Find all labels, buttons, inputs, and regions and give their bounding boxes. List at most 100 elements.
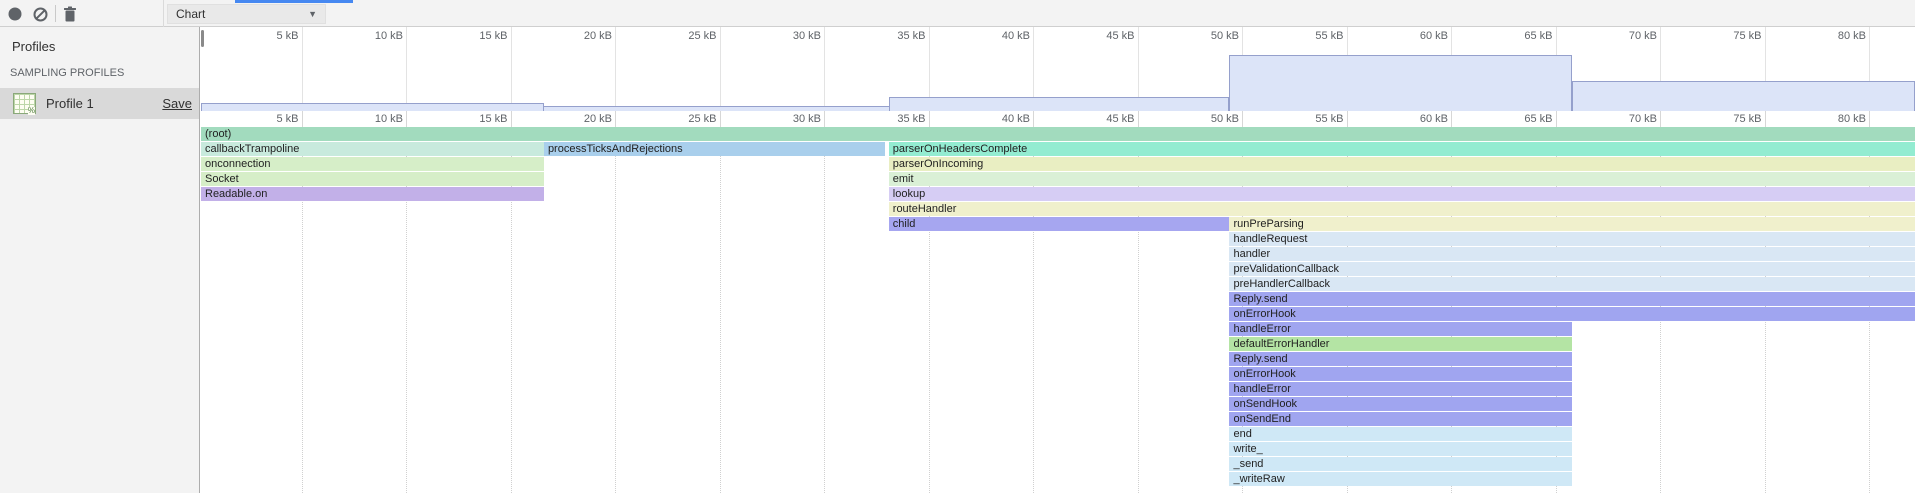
record-circle-icon: [8, 7, 22, 21]
overview-tick-label: 75 kB: [1692, 30, 1762, 42]
ruler-tick: [615, 111, 616, 127]
overview-gridline: [511, 27, 513, 110]
flame-bar[interactable]: Readable.on: [201, 187, 544, 201]
overview-gridline: [615, 27, 617, 110]
flame-gridline: [720, 127, 722, 493]
ruler-tick: [1242, 111, 1243, 127]
flame-bar[interactable]: _send: [1229, 457, 1572, 471]
active-tab-underline: [235, 0, 353, 3]
overview-tick-label: 15 kB: [438, 30, 508, 42]
flame-bar[interactable]: end: [1229, 427, 1572, 441]
overview-tick-label: 80 kB: [1796, 30, 1866, 42]
sidebar-item-profile-1[interactable]: % Profile 1 Save: [0, 88, 199, 119]
clear-button[interactable]: [30, 4, 50, 24]
overview-gridline: [824, 27, 826, 110]
flame-bar[interactable]: callbackTrampoline: [201, 142, 544, 156]
ruler-tick-label: 15 kB: [438, 113, 508, 125]
flame-bar[interactable]: onSendHook: [1229, 397, 1572, 411]
overview-tick-label: 35 kB: [856, 30, 926, 42]
ruler-tick: [1765, 111, 1766, 127]
flame-bar[interactable]: write_: [1229, 442, 1572, 456]
ruler-tick: [511, 111, 512, 127]
sidebar-title: Profiles: [12, 39, 55, 54]
flame-bar[interactable]: Reply.send: [1229, 292, 1915, 306]
ruler-tick: [824, 111, 825, 127]
overview-tick-label: 50 kB: [1169, 30, 1239, 42]
delete-profile-button[interactable]: [60, 4, 80, 24]
ruler-tick-label: 35 kB: [856, 113, 926, 125]
heap-profiler-panel: Chart ▼ Profiles SAMPLING PROFILES % Pro…: [0, 0, 1915, 493]
flame-bar[interactable]: onErrorHook: [1229, 367, 1572, 381]
flame-bar[interactable]: preHandlerCallback: [1229, 277, 1915, 291]
ruler-tick-label: 40 kB: [960, 113, 1030, 125]
ruler-tick: [1660, 111, 1661, 127]
flame-bar[interactable]: processTicksAndRejections: [544, 142, 885, 156]
ruler-tick: [406, 111, 407, 127]
flame-bar[interactable]: routeHandler: [889, 202, 1915, 216]
flame-bar[interactable]: handleError: [1229, 322, 1572, 336]
memory-overview-pane[interactable]: 5 kB10 kB15 kB20 kB25 kB30 kB35 kB40 kB4…: [201, 27, 1915, 111]
toolbar-panel-divider: [163, 0, 164, 27]
ruler-tick-label: 10 kB: [333, 113, 403, 125]
overview-tick-label: 5 kB: [229, 30, 299, 42]
overview-tick-label: 10 kB: [333, 30, 403, 42]
toolbar-separator: [55, 5, 56, 22]
ruler-tick-label: 25 kB: [647, 113, 717, 125]
overview-gridline: [406, 27, 408, 110]
flame-bar[interactable]: defaultErrorHandler: [1229, 337, 1572, 351]
ruler-tick: [302, 111, 303, 127]
ruler-tick: [1556, 111, 1557, 127]
trash-icon: [63, 6, 77, 22]
chart-view-select[interactable]: Chart ▼: [167, 4, 326, 24]
ruler-tick-label: 30 kB: [751, 113, 821, 125]
chart-main: 5 kB 10 kB 15 kB 20 kB 25 kB 30 kB 35 kB 40 kB 4…: [201, 27, 1915, 493]
flame-bar[interactable]: preValidationCallback: [1229, 262, 1915, 276]
ruler-tick: [1869, 111, 1870, 127]
overview-tick-label: 30 kB: [751, 30, 821, 42]
overview-area-segment: [1572, 81, 1915, 111]
flame-bar[interactable]: child: [889, 217, 1230, 231]
sampling-profile-icon: %: [13, 93, 36, 114]
flame-bar[interactable]: handler: [1229, 247, 1915, 261]
chart-view-select-value: Chart: [176, 7, 205, 21]
flame-bar[interactable]: Reply.send: [1229, 352, 1572, 366]
flame-bar[interactable]: lookup: [889, 187, 1915, 201]
ruler-tick: [1033, 111, 1034, 127]
ruler-tick: [1138, 111, 1139, 127]
flame-bar[interactable]: onconnection: [201, 157, 544, 171]
flame-bar[interactable]: emit: [889, 172, 1915, 186]
flame-chart: (root)callbackTrampolineprocessTicksAndR…: [201, 127, 1915, 493]
ruler-tick: [720, 111, 721, 127]
size-ruler: 5 kB10 kB15 kB20 kB25 kB30 kB35 kB40 kB4…: [201, 111, 1915, 127]
ruler-tick-label: 75 kB: [1692, 113, 1762, 125]
flame-bar[interactable]: parserOnHeadersComplete: [889, 142, 1915, 156]
ruler-tick-label: 55 kB: [1274, 113, 1344, 125]
overview-gridline: [720, 27, 722, 110]
profiles-sidebar: Profiles SAMPLING PROFILES % Profile 1 S…: [0, 27, 200, 493]
save-profile-link[interactable]: Save: [162, 96, 192, 111]
vertical-scrollbar-thumb[interactable]: [201, 30, 204, 47]
chevron-down-icon: ▼: [308, 9, 317, 19]
ruler-tick-label: 50 kB: [1169, 113, 1239, 125]
flame-bar[interactable]: (root): [201, 127, 1915, 141]
flame-bar[interactable]: handleError: [1229, 382, 1572, 396]
ruler-tick-label: 70 kB: [1587, 113, 1657, 125]
flame-bar[interactable]: _writeRaw: [1229, 472, 1572, 486]
overview-area-segment: [201, 103, 544, 111]
ruler-tick-label: 45 kB: [1065, 113, 1135, 125]
ruler-tick-label: 80 kB: [1796, 113, 1866, 125]
overview-tick-label: 40 kB: [960, 30, 1030, 42]
ruler-tick-label: 20 kB: [542, 113, 612, 125]
overview-tick-label: 25 kB: [647, 30, 717, 42]
overview-tick-label: 20 kB: [542, 30, 612, 42]
flame-bar[interactable]: onSendEnd: [1229, 412, 1572, 426]
flame-bar[interactable]: handleRequest: [1229, 232, 1915, 246]
overview-area-segment: [889, 97, 1230, 111]
sampling-profiles-heading: SAMPLING PROFILES: [10, 67, 124, 79]
flame-bar[interactable]: Socket: [201, 172, 544, 186]
profile-name: Profile 1: [46, 96, 94, 111]
flame-bar[interactable]: onErrorHook: [1229, 307, 1915, 321]
flame-bar[interactable]: runPreParsing: [1229, 217, 1915, 231]
record-button[interactable]: [5, 4, 25, 24]
flame-bar[interactable]: parserOnIncoming: [889, 157, 1915, 171]
